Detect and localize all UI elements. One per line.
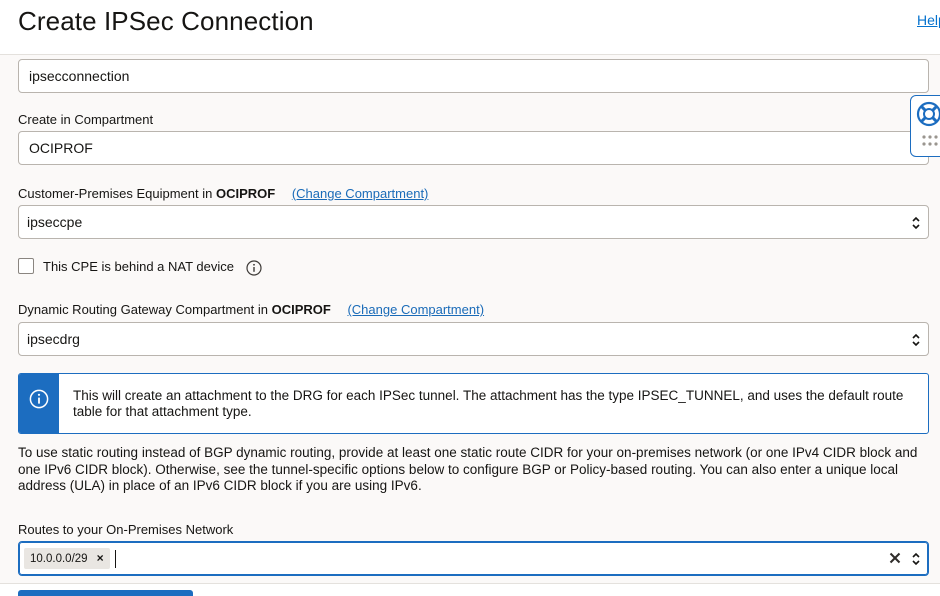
create-button[interactable]	[18, 590, 193, 596]
cpe-select-value: ipseccpe	[27, 214, 83, 230]
cpe-label-prefix: Customer-Premises Equipment in	[18, 186, 216, 201]
cpe-label-compartment: OCIPROF	[215, 186, 276, 201]
text-caret	[115, 550, 116, 568]
page-title: Create IPSec Connection	[18, 6, 314, 36]
help-link[interactable]: Help	[917, 12, 940, 28]
help-widget[interactable]	[910, 95, 940, 157]
chevron-updown-icon[interactable]	[910, 550, 922, 568]
chip-remove-icon[interactable]: ×	[97, 551, 104, 565]
compartment-input[interactable]: OCIPROF	[18, 131, 929, 165]
cpe-label: Customer-Premises Equipment in OCIPROF (…	[18, 186, 428, 201]
chevron-updown-icon	[912, 333, 920, 347]
info-icon[interactable]	[246, 260, 262, 276]
info-banner: This will create an attachment to the DR…	[18, 373, 929, 434]
chevron-updown-icon	[912, 216, 920, 230]
cpe-change-compartment-link[interactable]: (Change Compartment)	[292, 186, 429, 201]
static-routing-help-text: To use static routing instead of BGP dyn…	[18, 445, 918, 493]
route-chip-label: 10.0.0.0/29	[30, 553, 88, 565]
info-icon	[29, 389, 49, 409]
page-header: Create IPSec Connection Help	[0, 0, 940, 55]
clear-icon[interactable]	[888, 551, 902, 565]
drg-change-compartment-link[interactable]: (Change Compartment)	[347, 302, 484, 317]
nat-checkbox[interactable]	[18, 258, 34, 274]
info-banner-side	[19, 374, 59, 433]
routes-input[interactable]: 10.0.0.0/29 ×	[18, 541, 929, 576]
route-chip: 10.0.0.0/29 ×	[24, 548, 110, 569]
nat-checkbox-label: This CPE is behind a NAT device	[43, 259, 234, 274]
compartment-label: Create in Compartment	[18, 112, 154, 127]
drg-label: Dynamic Routing Gateway Compartment in O…	[18, 302, 484, 317]
name-input[interactable]: ipsecconnection	[18, 59, 929, 93]
lifebuoy-icon	[916, 101, 940, 127]
info-banner-text: This will create an attachment to the DR…	[73, 388, 904, 419]
grip-icon[interactable]	[921, 134, 940, 148]
drg-select-value: ipsecdrg	[27, 331, 80, 347]
drg-label-compartment: OCIPROF	[271, 302, 331, 317]
drg-label-prefix: Dynamic Routing Gateway Compartment in	[18, 302, 272, 317]
drg-select[interactable]: ipsecdrg	[18, 322, 929, 356]
routes-label: Routes to your On-Premises Network	[18, 522, 234, 537]
cpe-select[interactable]: ipseccpe	[18, 205, 929, 239]
